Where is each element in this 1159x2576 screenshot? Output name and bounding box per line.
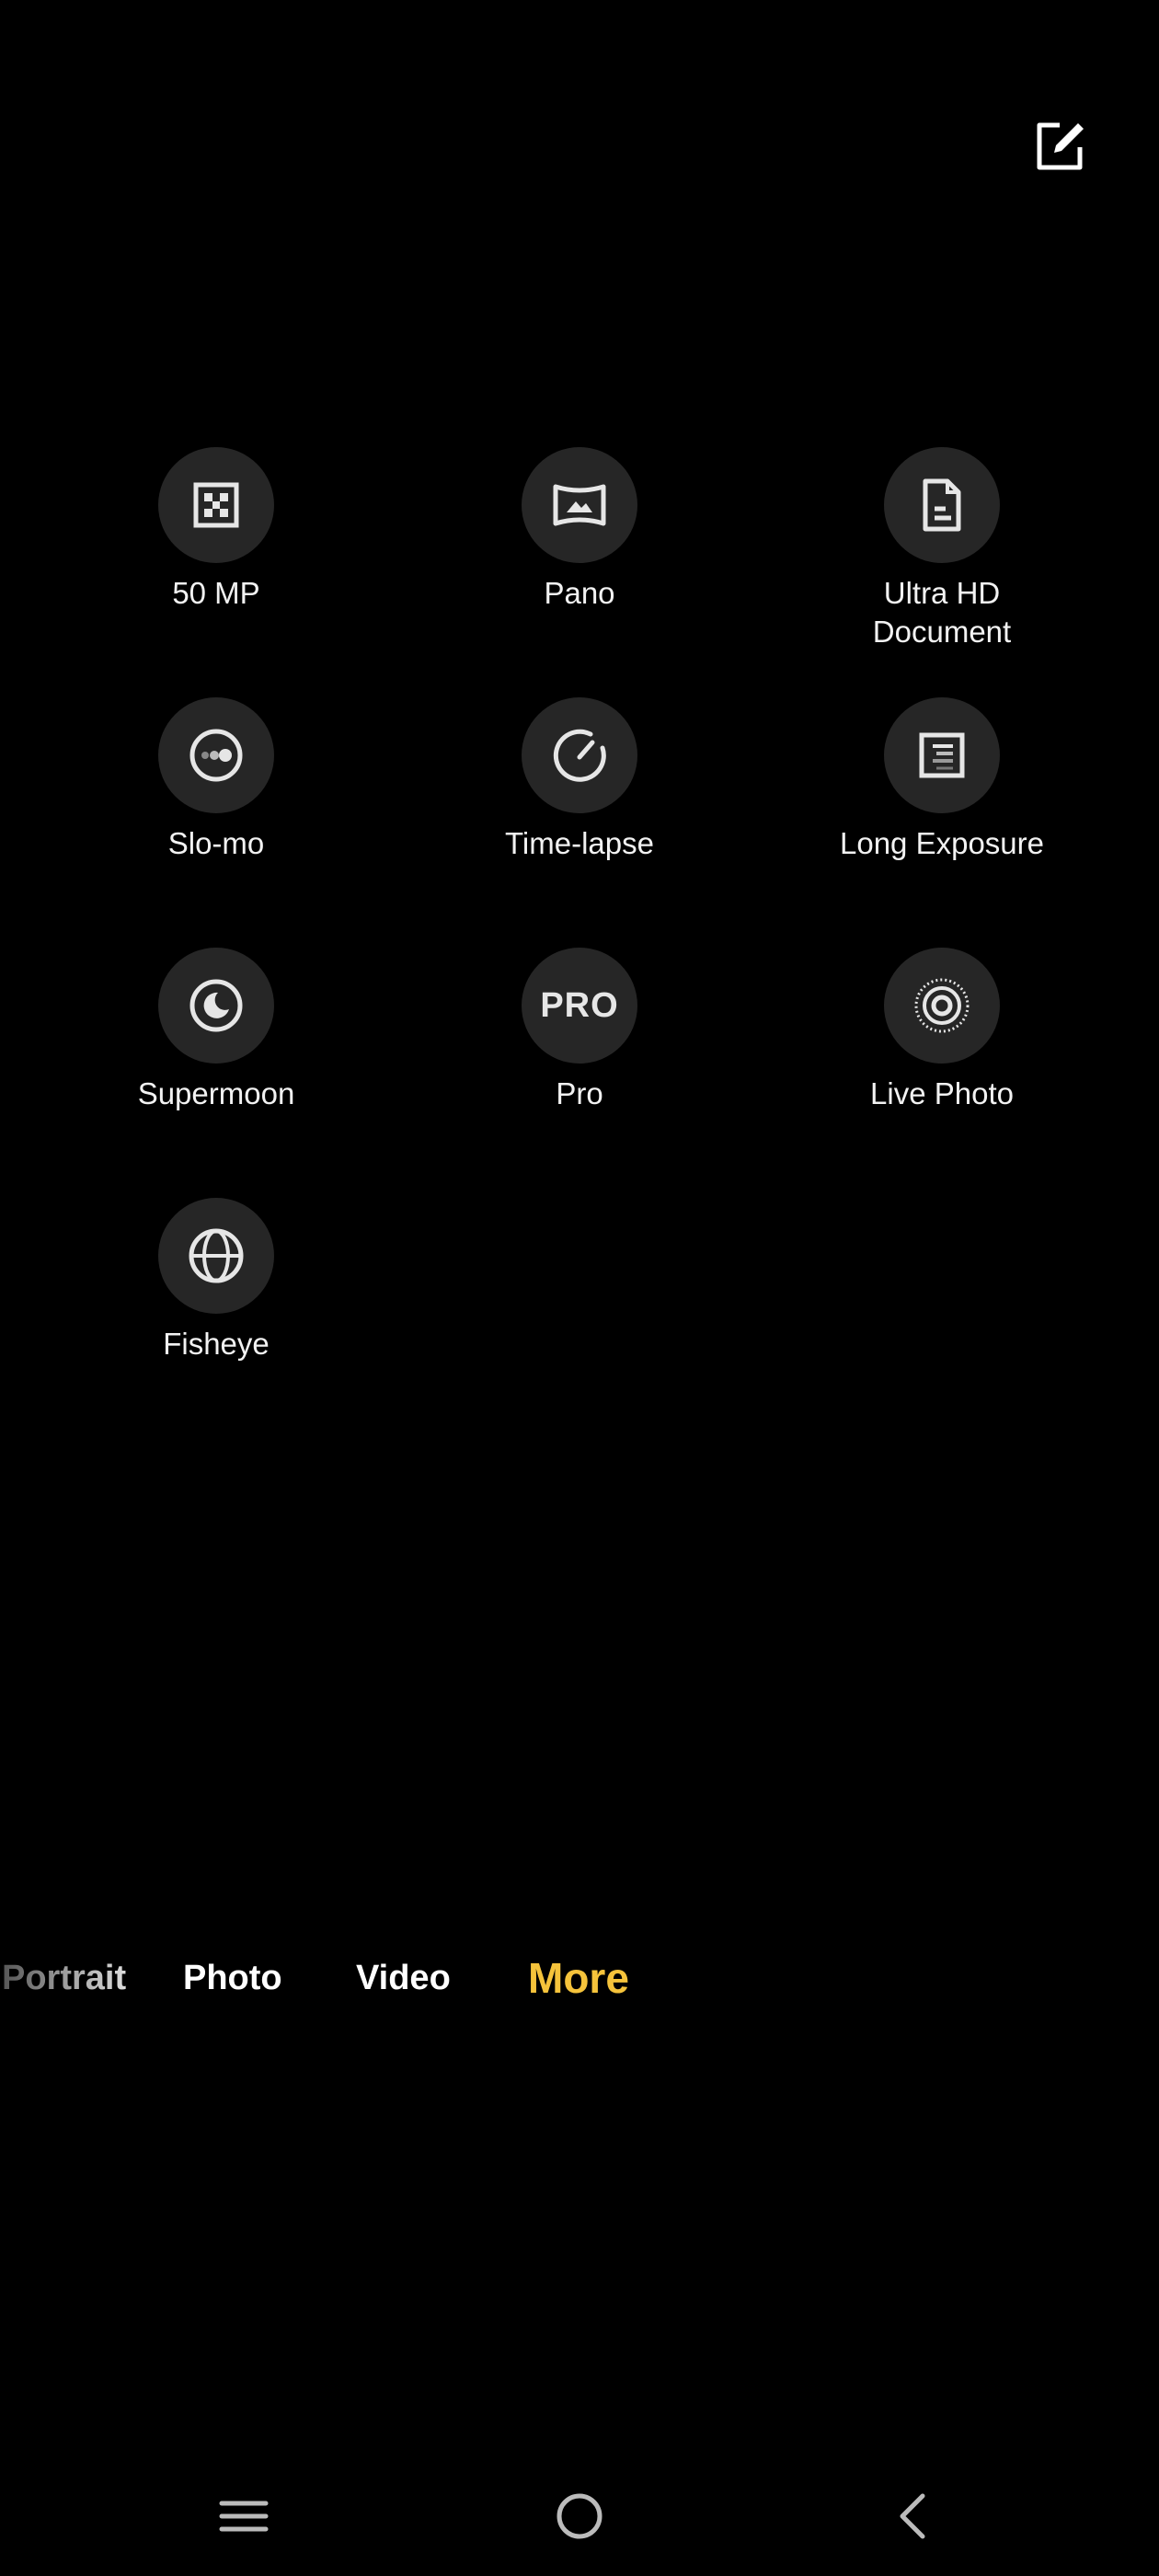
nav-menu-button[interactable] xyxy=(202,2484,285,2548)
mode-label: 50 MP xyxy=(172,576,260,610)
globe-icon xyxy=(189,1228,244,1283)
mode-pro[interactable]: PRO Pro xyxy=(442,948,717,1113)
mode-label: Supermoon xyxy=(137,1076,295,1110)
pro-icon: PRO xyxy=(540,985,619,1025)
edit-icon xyxy=(1037,122,1084,170)
tab-portrait[interactable]: Portrait xyxy=(2,1950,126,2006)
home-icon xyxy=(557,2493,602,2539)
mode-label: Pro xyxy=(556,1076,603,1110)
mode-icon-circle xyxy=(884,447,1000,563)
live-photo-icon xyxy=(914,978,970,1033)
mode-long-exposure[interactable]: Long Exposure xyxy=(804,697,1080,863)
long-exposure-icon xyxy=(919,732,965,778)
mode-label: Fisheye xyxy=(163,1327,270,1361)
mode-icon-circle: PRO xyxy=(522,948,637,1064)
mode-time-lapse[interactable]: Time-lapse xyxy=(442,697,717,863)
slow-motion-icon xyxy=(189,729,243,782)
mode-label: Time-lapse xyxy=(505,826,654,860)
mode-icon-circle xyxy=(158,1198,274,1314)
moon-icon xyxy=(189,979,243,1032)
mode-live-photo[interactable]: Live Photo xyxy=(804,948,1080,1113)
mode-icon-circle xyxy=(522,697,637,813)
camera-mode-bar: Portrait Photo Video More xyxy=(0,1950,1159,2006)
tab-photo[interactable]: Photo xyxy=(183,1950,282,2006)
mode-ultra-hd-document[interactable]: Ultra HD Document xyxy=(804,447,1080,651)
nav-back-button[interactable] xyxy=(872,2484,955,2548)
mode-icon-circle xyxy=(158,447,274,563)
panorama-icon xyxy=(553,484,606,526)
mode-icon-circle xyxy=(158,697,274,813)
tab-video[interactable]: Video xyxy=(356,1950,451,2006)
mode-icon-circle xyxy=(158,948,274,1064)
mode-label: Ultra HD Document xyxy=(872,576,1012,649)
mode-50mp[interactable]: 50 MP xyxy=(78,447,354,613)
mode-icon-circle xyxy=(884,697,1000,813)
tab-more[interactable]: More xyxy=(528,1950,629,2006)
mode-supermoon[interactable]: Supermoon xyxy=(78,948,354,1113)
mode-slo-mo[interactable]: Slo-mo xyxy=(78,697,354,863)
mode-label: Live Photo xyxy=(870,1076,1014,1110)
back-icon xyxy=(900,2493,925,2539)
mode-icon-circle xyxy=(884,948,1000,1064)
edit-button[interactable] xyxy=(1032,120,1087,175)
mode-fisheye[interactable]: Fisheye xyxy=(78,1198,354,1363)
timer-dial-icon xyxy=(553,729,606,782)
document-icon xyxy=(923,478,961,532)
mode-label: Slo-mo xyxy=(167,826,265,860)
menu-icon xyxy=(219,2501,269,2532)
mode-label: Long Exposure xyxy=(840,826,1044,860)
mode-pano[interactable]: Pano xyxy=(442,447,717,613)
grid-dots-icon xyxy=(193,482,239,528)
mode-label: Pano xyxy=(544,576,615,610)
nav-home-button[interactable] xyxy=(538,2484,621,2548)
mode-icon-circle xyxy=(522,447,637,563)
